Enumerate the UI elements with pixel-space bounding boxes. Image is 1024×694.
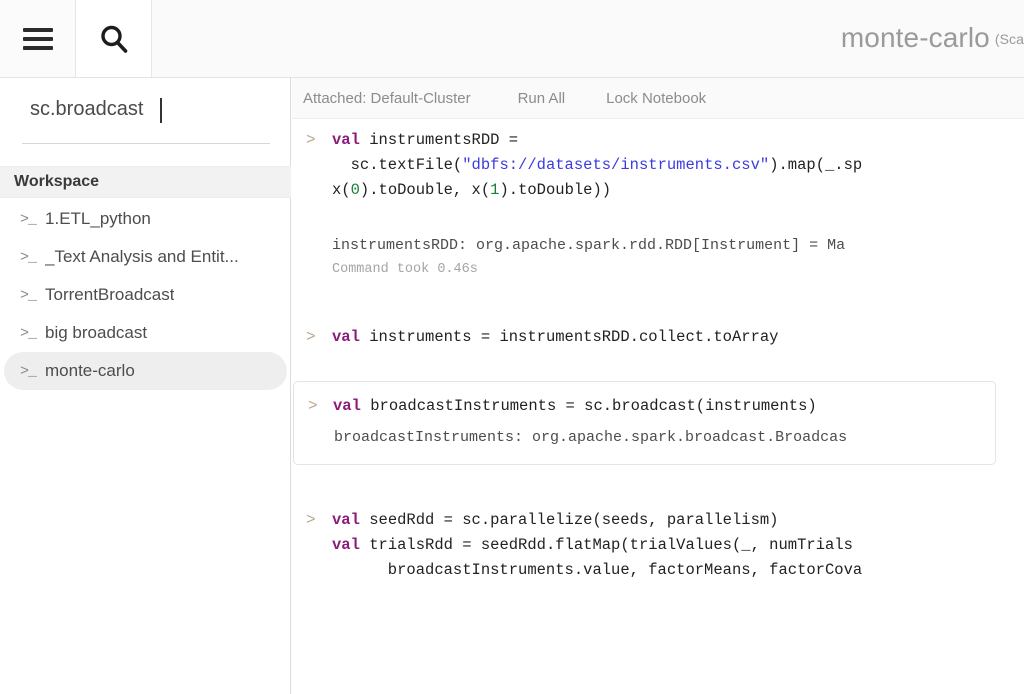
workspace-item-4[interactable]: >_ monte-carlo — [4, 352, 287, 390]
terminal-prompt-icon: >_ — [20, 363, 36, 380]
code-token: x( — [332, 181, 351, 199]
search-row — [0, 78, 290, 144]
code-token: ).toDouble, x( — [360, 181, 490, 199]
notebook-cell[interactable]: > val broadcastInstruments = sc.broadcast… — [293, 381, 996, 465]
code-token: seedRdd = sc.parallelize(seeds, parallel… — [369, 511, 778, 529]
cell-code[interactable]: > val instruments = instrumentsRDD.collec… — [292, 325, 1024, 350]
notebook-language-label: (Sca — [995, 31, 1024, 47]
code-line: val instrumentsRDD = — [332, 128, 1024, 153]
run-all-button[interactable]: Run All — [518, 90, 566, 107]
top-bar: monte-carlo (Sca — [0, 0, 1024, 78]
search-button[interactable] — [76, 0, 152, 77]
terminal-prompt-icon: >_ — [20, 325, 36, 342]
menu-button[interactable] — [0, 0, 76, 77]
code-token: broadcastInstruments = sc.broadcast(inst… — [370, 397, 816, 415]
code-line: sc.textFile("dbfs://datasets/instruments… — [332, 153, 1024, 178]
cell-code[interactable]: > val instrumentsRDD = sc.textFile("dbfs:… — [292, 128, 1024, 203]
code-token: val — [332, 511, 369, 529]
code-token: val — [333, 397, 370, 415]
code-token: val — [332, 536, 369, 554]
workspace-item-3[interactable]: >_ big broadcast — [4, 314, 287, 352]
code-token: val — [332, 328, 369, 346]
run-cell-caret-icon[interactable]: > — [306, 325, 316, 350]
notebook-toolbar: Attached: Default-Cluster Run All Lock N… — [292, 78, 1024, 119]
attached-cluster-button[interactable]: Attached: Default-Cluster — [303, 90, 471, 107]
code-token: ).map(_.sp — [769, 156, 862, 174]
search-underline — [22, 143, 270, 144]
search-workspace-panel: Workspace >_ 1.ETL_python >_ _Text Analysis… — [0, 78, 291, 694]
code-line: val seedRdd = sc.parallelize(seeds, para… — [332, 508, 1024, 533]
workspace-list: >_ 1.ETL_python >_ _Text Analysis and Entit… — [0, 200, 291, 390]
notebook-cell[interactable]: > val instrumentsRDD = sc.textFile("dbfs:… — [292, 128, 1024, 282]
cell-execution-time: Command took 0.46s — [292, 258, 1024, 282]
code-token: ).toDouble)) — [499, 181, 611, 199]
code-line: val instruments = instrumentsRDD.collect… — [332, 325, 1024, 350]
code-token: trialsRdd = seedRdd.flatMap(trialValues(… — [369, 536, 853, 554]
cell-spacer — [292, 465, 1024, 508]
code-token: broadcastInstruments.value, factorMeans,… — [332, 561, 862, 579]
code-line: broadcastInstruments.value, factorMeans,… — [332, 558, 1024, 583]
workspace-item-2[interactable]: >_ TorrentBroadcast — [4, 276, 287, 314]
code-line: val trialsRdd = seedRdd.flatMap(trialVal… — [332, 533, 1024, 558]
app-root: monte-carlo (Sca Workspace >_ 1.ETL_python… — [0, 0, 1024, 694]
workspace-item-0[interactable]: >_ 1.ETL_python — [4, 200, 287, 238]
lock-notebook-button[interactable]: Lock Notebook — [606, 90, 706, 107]
terminal-prompt-icon: >_ — [20, 287, 36, 304]
workspace-item-1[interactable]: >_ _Text Analysis and Entit... — [4, 238, 287, 276]
terminal-prompt-icon: >_ — [20, 211, 36, 228]
terminal-prompt-icon: >_ — [20, 249, 36, 266]
code-token: "dbfs://datasets/instruments.csv" — [462, 156, 769, 174]
workspace-item-label: _Text Analysis and Entit... — [45, 247, 239, 267]
workspace-header: Workspace — [0, 166, 291, 198]
cell-code[interactable]: > val broadcastInstruments = sc.broadcast… — [294, 394, 995, 419]
cell-output: broadcastInstruments: org.apache.spark.b… — [294, 425, 995, 450]
workspace-item-label: monte-carlo — [45, 361, 135, 381]
code-token: instruments = instrumentsRDD.collect.toA… — [369, 328, 778, 346]
notebook-title: monte-carlo (Sca — [604, 22, 1024, 54]
run-cell-caret-icon[interactable]: > — [306, 508, 316, 533]
code-token: sc.textFile( — [332, 156, 462, 174]
search-icon — [97, 22, 131, 56]
search-caret — [160, 98, 162, 123]
cell-output-gap — [292, 203, 1024, 233]
code-line: x(0).toDouble, x(1).toDouble)) — [332, 178, 1024, 203]
notebook-cell[interactable]: > val instruments = instrumentsRDD.collec… — [292, 325, 1024, 350]
notebook-title-text: monte-carlo — [841, 22, 990, 53]
cell-spacer — [292, 282, 1024, 325]
cell-spacer — [292, 350, 1024, 381]
notebook-cell[interactable]: > val seedRdd = sc.parallelize(seeds, par… — [292, 508, 1024, 583]
code-token: instrumentsRDD = — [369, 131, 518, 149]
run-cell-caret-icon[interactable]: > — [308, 394, 318, 419]
notebook-area: Attached: Default-Cluster Run All Lock N… — [292, 78, 1024, 694]
code-token: val — [332, 131, 369, 149]
notebook-cells: > val instrumentsRDD = sc.textFile("dbfs:… — [292, 119, 1024, 583]
search-input[interactable] — [30, 98, 260, 121]
workspace-header-label: Workspace — [14, 173, 99, 191]
code-token: 0 — [351, 181, 360, 199]
code-line: val broadcastInstruments = sc.broadcast(… — [333, 394, 995, 419]
cell-output: instrumentsRDD: org.apache.spark.rdd.RDD… — [292, 233, 1024, 258]
workspace-item-label: big broadcast — [45, 323, 147, 343]
hamburger-icon — [23, 28, 53, 50]
run-cell-caret-icon[interactable]: > — [306, 128, 316, 153]
cell-code[interactable]: > val seedRdd = sc.parallelize(seeds, par… — [292, 508, 1024, 583]
workspace-item-label: TorrentBroadcast — [45, 285, 174, 305]
workspace-item-label: 1.ETL_python — [45, 209, 151, 229]
